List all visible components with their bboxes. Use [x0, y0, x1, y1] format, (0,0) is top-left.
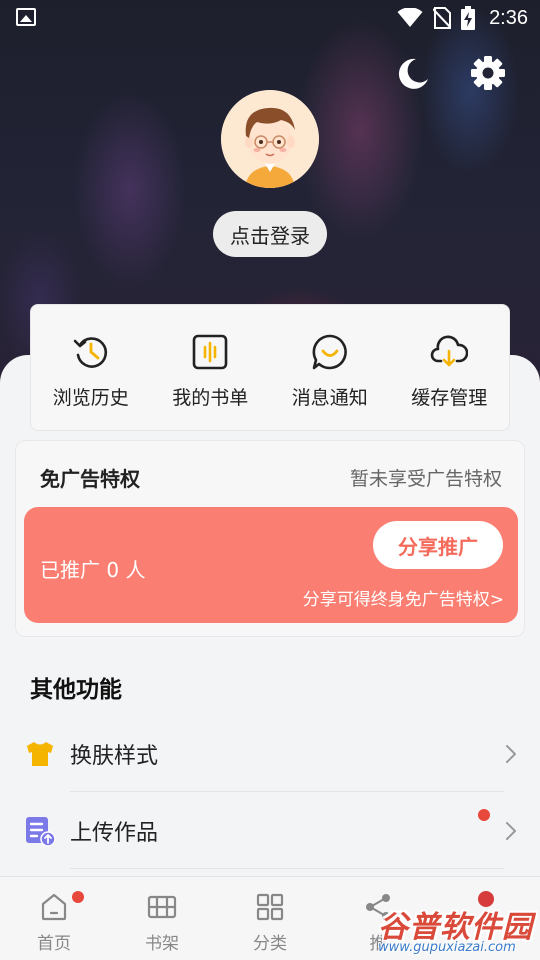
settings-gear-icon[interactable]: [468, 53, 508, 93]
quick-action-cache[interactable]: 缓存管理: [390, 305, 510, 430]
nav-home[interactable]: 首页: [0, 877, 108, 960]
quick-actions-card: 浏览历史 我的书单 消息通知 缓存管理: [30, 304, 510, 431]
status-bar: 2:36: [0, 0, 540, 36]
quick-action-booklist[interactable]: 我的书单: [151, 305, 271, 430]
home-icon: [41, 893, 67, 921]
history-icon: [73, 337, 107, 368]
quick-action-label: 消息通知: [291, 387, 368, 409]
no-sim-icon: [433, 7, 452, 29]
night-mode-icon[interactable]: [394, 55, 432, 93]
message-icon: [312, 334, 347, 370]
quick-action-label: 浏览历史: [52, 387, 129, 409]
gallery-notification-icon: [16, 8, 36, 26]
nav-label: 书架: [145, 934, 179, 954]
chevron-right-icon: [506, 745, 516, 763]
quick-action-label: 缓存管理: [411, 387, 488, 409]
promoted-count: 已推广 0 人: [40, 558, 146, 582]
booklist-icon: [192, 334, 228, 370]
bookshelf-icon: [147, 895, 177, 919]
cartoon-boy-avatar-icon: [221, 90, 319, 188]
promotion-box: 已推广 0 人 分享推广 分享可得终身免广告特权>: [24, 507, 518, 623]
nav-label: 分类: [253, 934, 287, 954]
ad-free-title: 免广告特权: [40, 467, 140, 491]
other-functions-title: 其他功能: [30, 677, 122, 703]
nav-bookshelf[interactable]: 书架: [108, 877, 216, 960]
quick-action-label: 我的书单: [172, 387, 249, 409]
nav-label: 首页: [37, 934, 71, 954]
notification-dot: [478, 809, 490, 821]
cloud-download-icon: [430, 335, 469, 367]
tshirt-icon: [27, 742, 53, 766]
upload-work-row[interactable]: 上传作品: [0, 793, 540, 869]
quick-action-messages[interactable]: 消息通知: [270, 305, 390, 430]
skin-style-label: 换肤样式: [70, 744, 159, 769]
divider: [70, 868, 504, 869]
skin-style-row[interactable]: 换肤样式: [0, 716, 540, 792]
ad-free-status: 暂未享受广告特权: [349, 468, 502, 490]
category-icon: [256, 893, 284, 921]
avatar[interactable]: [221, 90, 319, 188]
battery-charging-icon: [461, 6, 476, 30]
login-button[interactable]: 点击登录: [213, 211, 327, 257]
chevron-right-icon: [506, 822, 516, 840]
nav-category[interactable]: 分类: [216, 877, 324, 960]
quick-action-history[interactable]: 浏览历史: [31, 305, 151, 430]
watermark-url: www.gupuxiazai.com: [378, 940, 516, 955]
status-time: 2:36: [489, 6, 528, 29]
promotion-note-link[interactable]: 分享可得终身免广告特权>: [303, 585, 504, 610]
upload-work-label: 上传作品: [70, 821, 159, 846]
wifi-icon: [397, 8, 423, 27]
upload-doc-icon: [26, 817, 56, 847]
watermark: 谷普软件园 www.gupuxiazai.com: [364, 902, 540, 960]
divider: [70, 791, 504, 792]
ad-free-card: 免广告特权 暂未享受广告特权 已推广 0 人 分享推广 分享可得终身免广告特权>: [15, 440, 525, 637]
share-promote-button[interactable]: 分享推广: [373, 521, 503, 569]
notification-dot: [72, 891, 84, 903]
